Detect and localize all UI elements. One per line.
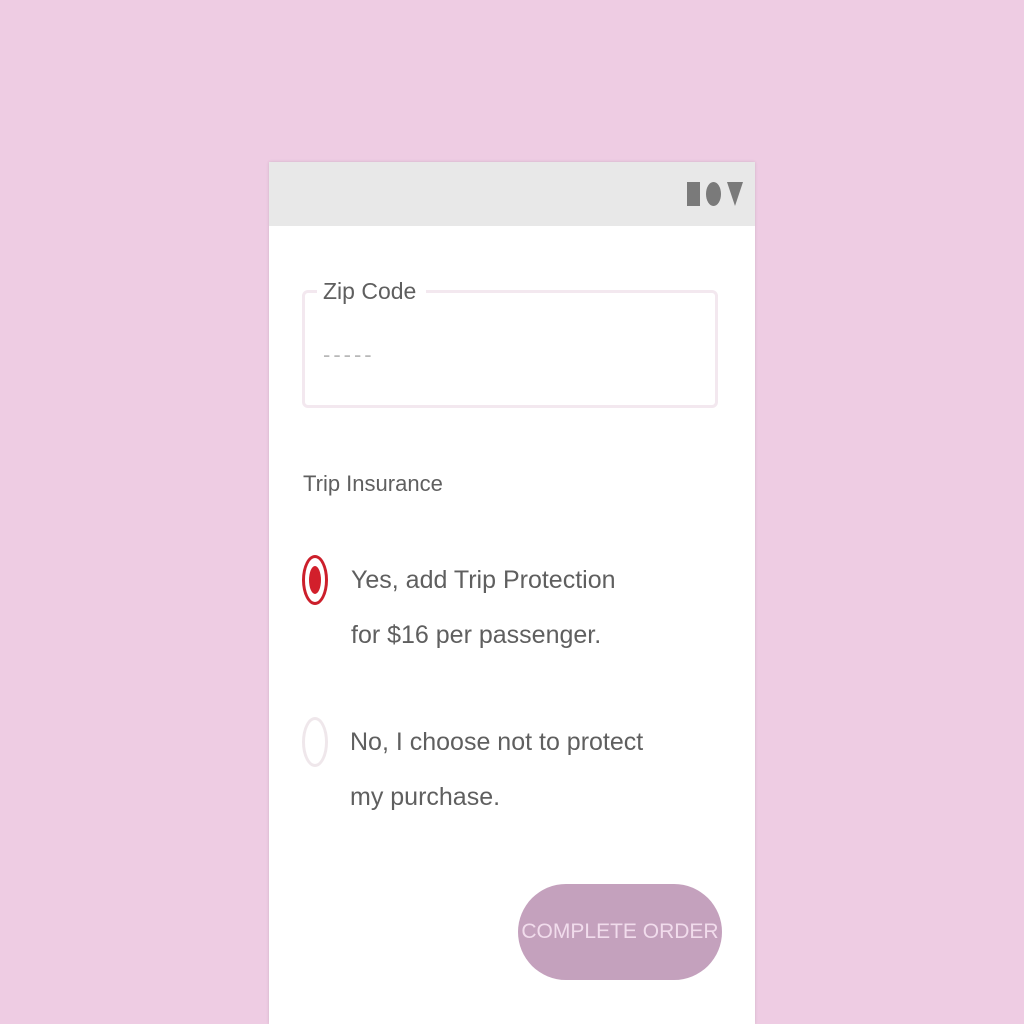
circle-icon (706, 182, 721, 206)
trip-protection-no-label: No, I choose not to protect my purchase. (350, 728, 644, 811)
trip-insurance-title: Trip Insurance (303, 471, 443, 496)
zip-code-input[interactable] (323, 335, 703, 375)
zip-code-label: Zip Code (317, 277, 427, 305)
radio-yes[interactable] (302, 555, 328, 605)
trip-protection-yes-label: Yes, add Trip Protection for $16 per pas… (351, 566, 616, 649)
zip-code-field[interactable]: Zip Code (302, 277, 718, 408)
square-icon (687, 182, 700, 206)
complete-order-button[interactable]: COMPLETE ORDER (518, 884, 722, 980)
status-bar (269, 162, 755, 226)
radio-no[interactable] (302, 717, 328, 767)
trip-protection-yes-option[interactable]: Yes, add Trip Protection for $16 per pas… (302, 554, 651, 663)
status-icons (687, 182, 743, 206)
trip-protection-no-option[interactable]: No, I choose not to protect my purchase. (302, 716, 650, 825)
triangle-icon (727, 182, 743, 206)
phone-screen: Zip Code Trip Insurance Yes, add Trip Pr… (269, 162, 755, 1024)
